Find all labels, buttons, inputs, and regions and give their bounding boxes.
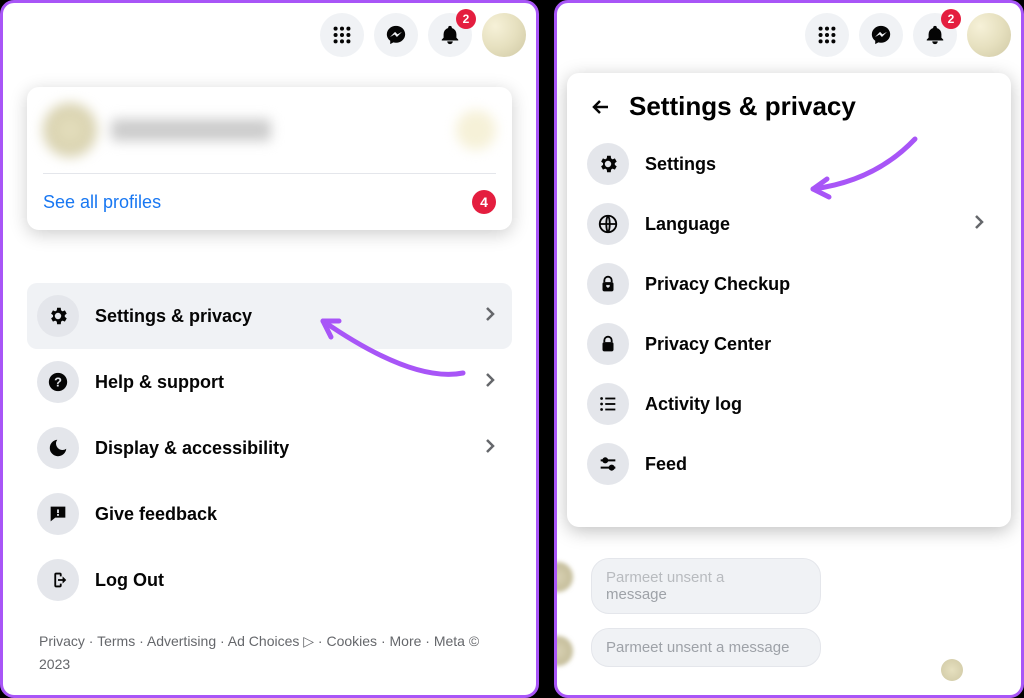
sp-item-label: Privacy Checkup xyxy=(645,274,790,295)
sp-privacy-checkup[interactable]: Privacy Checkup xyxy=(581,254,997,314)
unsent-message-bubble: Parmeet unsent a message xyxy=(591,628,821,667)
chevron-right-icon xyxy=(967,210,991,239)
menu-grid-icon[interactable] xyxy=(320,13,364,57)
sp-privacy-center[interactable]: Privacy Center xyxy=(581,314,997,374)
panel-title: Settings & privacy xyxy=(629,91,856,122)
screenshot-left: 2 See all profiles 4 Settings & privacy … xyxy=(0,0,539,698)
menu-item-label: Display & accessibility xyxy=(95,438,289,459)
help-icon: ? xyxy=(37,361,79,403)
notification-badge: 2 xyxy=(456,9,476,29)
panel-header: Settings & privacy xyxy=(587,91,997,122)
sp-item-label: Settings xyxy=(645,154,716,175)
see-all-profiles-row[interactable]: See all profiles 4 xyxy=(43,190,496,214)
logout-icon xyxy=(37,559,79,601)
sp-item-label: Language xyxy=(645,214,730,235)
profile-card: See all profiles 4 xyxy=(27,87,512,230)
profile-avatar-icon[interactable] xyxy=(482,13,526,57)
profile-switcher[interactable] xyxy=(43,103,496,157)
menu-item-label: Give feedback xyxy=(95,504,217,525)
sp-settings[interactable]: Settings xyxy=(581,134,997,194)
chat-avatar xyxy=(554,562,573,592)
sliders-icon xyxy=(587,443,629,485)
list-icon xyxy=(587,383,629,425)
chevron-right-icon xyxy=(478,302,502,331)
messenger-icon[interactable] xyxy=(374,13,418,57)
profile-name-blurred xyxy=(111,119,271,141)
avatar xyxy=(43,103,97,157)
sp-activity-log[interactable]: Activity log xyxy=(581,374,997,434)
menu-log-out[interactable]: Log Out xyxy=(27,547,512,613)
gear-icon xyxy=(587,143,629,185)
svg-text:?: ? xyxy=(54,375,62,390)
menu-item-label: Settings & privacy xyxy=(95,306,252,327)
lock-icon xyxy=(587,323,629,365)
globe-icon xyxy=(587,203,629,245)
notifications-icon[interactable]: 2 xyxy=(913,13,957,57)
back-button[interactable] xyxy=(587,93,615,121)
chat-background: Parmeet unsent amessage Parmeet unsent a… xyxy=(571,558,969,681)
bubble-text: message xyxy=(606,586,667,603)
menu-help-support[interactable]: ? Help & support xyxy=(27,349,512,415)
gear-icon xyxy=(37,295,79,337)
menu-item-label: Log Out xyxy=(95,570,164,591)
menu-display-accessibility[interactable]: Display & accessibility xyxy=(27,415,512,481)
see-all-profiles-link[interactable]: See all profiles xyxy=(43,192,161,213)
sp-item-label: Activity log xyxy=(645,394,742,415)
moon-icon xyxy=(37,427,79,469)
seen-avatar xyxy=(941,659,963,681)
menu-item-label: Help & support xyxy=(95,372,224,393)
menu-grid-icon[interactable] xyxy=(805,13,849,57)
divider xyxy=(43,173,496,174)
sp-feed[interactable]: Feed xyxy=(581,434,997,494)
sp-language[interactable]: Language xyxy=(581,194,997,254)
notification-badge: 2 xyxy=(941,9,961,29)
menu-give-feedback[interactable]: Give feedback xyxy=(27,481,512,547)
feedback-icon xyxy=(37,493,79,535)
lock-heart-icon xyxy=(587,263,629,305)
secondary-avatar xyxy=(456,110,496,150)
profiles-count-badge: 4 xyxy=(472,190,496,214)
settings-privacy-panel: Settings & privacy Settings Language Pri… xyxy=(567,73,1011,527)
messenger-icon[interactable] xyxy=(859,13,903,57)
unsent-message-bubble: Parmeet unsent amessage xyxy=(591,558,821,614)
footer-links[interactable]: Privacy · Terms · Advertising · Ad Choic… xyxy=(39,630,500,675)
profile-avatar-icon[interactable] xyxy=(967,13,1011,57)
notifications-icon[interactable]: 2 xyxy=(428,13,472,57)
header-icons: 2 xyxy=(320,13,526,57)
chevron-right-icon xyxy=(478,368,502,397)
account-menu: Settings & privacy ? Help & support Disp… xyxy=(27,283,512,613)
chat-avatar xyxy=(554,636,573,666)
chevron-right-icon xyxy=(478,434,502,463)
sp-item-label: Privacy Center xyxy=(645,334,771,355)
screenshot-right: 2 Parmeet unsent amessage Parmeet unsent… xyxy=(554,0,1024,698)
menu-settings-privacy[interactable]: Settings & privacy xyxy=(27,283,512,349)
header-icons: 2 xyxy=(805,13,1011,57)
sp-item-label: Feed xyxy=(645,454,687,475)
